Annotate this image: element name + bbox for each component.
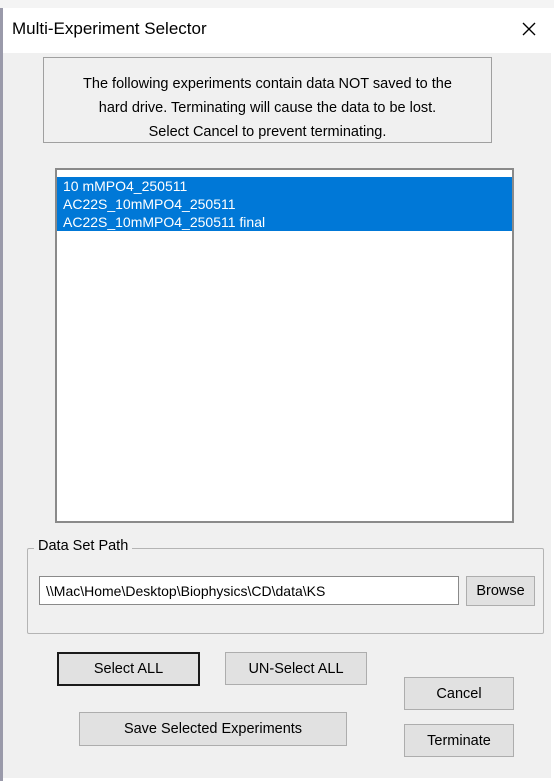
save-selected-experiments-button[interactable]: Save Selected Experiments	[79, 712, 347, 746]
data-set-path-field[interactable]	[39, 576, 459, 605]
select-all-button[interactable]: Select ALL	[57, 652, 200, 686]
data-set-path-group: Data Set Path Browse	[27, 538, 544, 634]
warning-message-box: The following experiments contain data N…	[43, 57, 492, 143]
unselect-all-button[interactable]: UN-Select ALL	[225, 652, 367, 685]
close-icon	[522, 22, 536, 36]
experiments-listbox[interactable]: 10 mMPO4_250511 AC22S_10mMPO4_250511 AC2…	[55, 168, 514, 523]
cancel-button[interactable]: Cancel	[404, 677, 514, 710]
data-set-path-label: Data Set Path	[34, 538, 133, 554]
warning-message-line: The following experiments contain data N…	[83, 76, 452, 92]
warning-message-line: hard drive. Terminating will cause the d…	[98, 100, 437, 116]
background-window-strip	[0, 0, 554, 8]
browse-button[interactable]: Browse	[466, 576, 535, 606]
window-title: Multi-Experiment Selector	[12, 19, 207, 38]
warning-message-line: Select Cancel to prevent terminating.	[148, 124, 387, 140]
multi-experiment-selector-dialog: Multi-Experiment Selector The following …	[3, 8, 551, 778]
title-bar: Multi-Experiment Selector	[3, 8, 551, 53]
close-button[interactable]	[507, 8, 551, 50]
experiment-list-item[interactable]: AC22S_10mMPO4_250511	[57, 195, 512, 213]
experiment-list-item[interactable]: 10 mMPO4_250511	[57, 177, 512, 195]
terminate-button[interactable]: Terminate	[404, 724, 514, 757]
experiment-list-item[interactable]: AC22S_10mMPO4_250511 final	[57, 213, 512, 231]
